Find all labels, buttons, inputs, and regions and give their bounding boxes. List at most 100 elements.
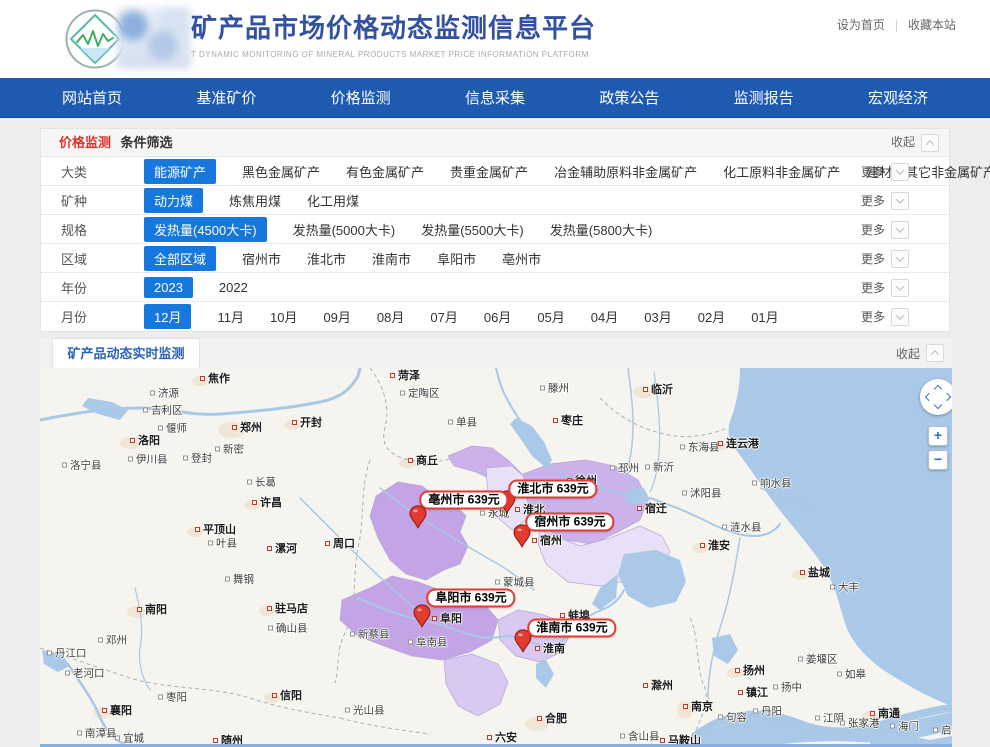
zoom-in-button[interactable]: + — [928, 426, 948, 446]
city-dot-icon — [537, 716, 542, 721]
chevron-down-icon[interactable] — [891, 192, 909, 210]
filter-option[interactable]: 01月 — [751, 307, 778, 326]
filter-option[interactable]: 08月 — [377, 307, 404, 326]
more-control[interactable]: 更多 — [861, 215, 909, 244]
filter-option[interactable]: 10月 — [270, 307, 297, 326]
price-marker-label[interactable]: 阜阳市 639元 — [426, 589, 515, 608]
favorite-link[interactable]: 收藏本站 — [908, 16, 956, 33]
map-city-label: 南漳县 — [77, 726, 117, 741]
city-dot-icon — [722, 525, 727, 530]
chevron-down-icon[interactable] — [891, 279, 909, 297]
filter-row-label: 大类 — [61, 162, 144, 181]
price-marker-label[interactable]: 淮北市 639元 — [508, 480, 597, 499]
filter-option[interactable]: 发热量(5500大卡) — [421, 220, 524, 239]
filter-option[interactable]: 发热量(5000大卡) — [293, 220, 396, 239]
city-dot-icon — [637, 506, 642, 511]
city-dot-icon — [208, 541, 213, 546]
filter-option[interactable]: 黑色金属矿产 — [242, 162, 320, 181]
nav-item-4[interactable]: 政策公告 — [599, 87, 659, 108]
filter-option[interactable]: 冶金辅助原料非金属矿产 — [554, 162, 697, 181]
map-city-label: 宿迁 — [637, 500, 667, 516]
pan-up-icon[interactable] — [934, 385, 942, 393]
map-city-label: 偃师 — [158, 421, 187, 436]
set-home-link[interactable]: 设为首页 — [837, 16, 885, 33]
map-canvas[interactable]: 焦作菏泽济源定陶区滕州临沂吉利区枣庄偃师郑州开封单县洛阳东海县连云港新密登封伊川… — [40, 368, 952, 747]
pan-down-icon[interactable] — [934, 401, 942, 409]
city-dot-icon — [773, 685, 778, 690]
city-dot-icon — [643, 683, 648, 688]
nav-item-6[interactable]: 宏观经济 — [868, 87, 928, 108]
filter-chip-selected[interactable]: 动力煤 — [144, 188, 203, 213]
filter-collapse-control[interactable]: 收起 — [891, 129, 939, 156]
nav-item-5[interactable]: 监测报告 — [734, 87, 794, 108]
map-city-label: 阜阳 — [432, 610, 462, 626]
nav-item-3[interactable]: 信息采集 — [465, 87, 525, 108]
filter-chip-selected[interactable]: 全部区域 — [144, 246, 216, 271]
chevron-up-icon[interactable] — [921, 134, 939, 152]
price-pin-icon[interactable] — [413, 604, 431, 628]
map-city-label: 启东 — [933, 723, 952, 738]
chevron-down-icon[interactable] — [891, 308, 909, 326]
header-links: 设为首页 | 收藏本站 — [837, 16, 956, 33]
zoom-out-button[interactable]: − — [928, 450, 948, 470]
filter-chip-selected[interactable]: 能源矿产 — [144, 159, 216, 184]
price-marker-label[interactable]: 亳州市 639元 — [419, 491, 508, 510]
chevron-down-icon[interactable] — [891, 221, 909, 239]
map-city-label: 驻马店 — [267, 600, 308, 616]
filter-chip-selected[interactable]: 2023 — [144, 277, 193, 298]
filter-option[interactable]: 淮南市 — [372, 249, 411, 268]
map-city-label: 叶县 — [208, 536, 237, 551]
chevron-up-icon[interactable] — [926, 344, 944, 362]
more-control[interactable]: 更多 — [861, 302, 909, 331]
city-dot-icon — [738, 690, 743, 695]
filter-chip-selected[interactable]: 发热量(4500大卡) — [144, 217, 267, 242]
filter-option[interactable]: 贵重金属矿产 — [450, 162, 528, 181]
chevron-down-icon[interactable] — [891, 250, 909, 268]
map-tab[interactable]: 矿产品动态实时监测 — [52, 338, 200, 368]
filter-option[interactable]: 09月 — [323, 307, 350, 326]
map-city-label: 新密 — [215, 442, 244, 457]
filter-option[interactable]: 03月 — [644, 307, 671, 326]
map-collapse-control[interactable]: 收起 — [896, 338, 944, 368]
filter-option[interactable]: 2022 — [219, 280, 248, 295]
filter-option[interactable]: 化工用煤 — [307, 191, 359, 210]
map-city-label: 郑州 — [232, 419, 262, 435]
more-label: 更多 — [861, 221, 885, 238]
filter-option[interactable]: 07月 — [430, 307, 457, 326]
price-marker-label[interactable]: 淮南市 639元 — [527, 619, 616, 638]
filter-option[interactable]: 有色金属矿产 — [346, 162, 424, 181]
filter-option[interactable]: 亳州市 — [502, 249, 541, 268]
more-control[interactable]: 更多 — [861, 273, 909, 302]
nav-item-0[interactable]: 网站首页 — [62, 87, 122, 108]
map-city-label: 临沂 — [643, 381, 673, 397]
map-city-label: 新沂 — [645, 460, 674, 475]
filter-option[interactable]: 11月 — [217, 307, 244, 326]
pan-left-icon[interactable] — [925, 393, 933, 401]
more-control[interactable]: 更多 — [861, 244, 909, 273]
map-city-label: 焦作 — [200, 370, 230, 386]
map-city-label: 新蔡县 — [350, 627, 390, 642]
filter-chip-selected[interactable]: 12月 — [144, 304, 191, 329]
filter-option[interactable]: 阜阳市 — [437, 249, 476, 268]
more-control[interactable]: 更多 — [861, 157, 909, 186]
filter-option[interactable]: 06月 — [484, 307, 511, 326]
map-city-label: 如皋 — [837, 667, 866, 682]
filter-option[interactable]: 宿州市 — [242, 249, 281, 268]
nav-item-1[interactable]: 基准矿价 — [196, 87, 256, 108]
filter-option[interactable]: 02月 — [698, 307, 725, 326]
city-dot-icon — [620, 734, 625, 739]
filter-option[interactable]: 淮北市 — [307, 249, 346, 268]
filter-option[interactable]: 04月 — [591, 307, 618, 326]
filter-option[interactable]: 化工原料非金属矿产 — [723, 162, 840, 181]
chevron-down-icon[interactable] — [891, 163, 909, 181]
city-dot-icon — [660, 738, 665, 743]
price-marker-label[interactable]: 宿州市 639元 — [525, 513, 614, 532]
filter-option[interactable]: 05月 — [537, 307, 564, 326]
more-control[interactable]: 更多 — [861, 186, 909, 215]
map-pan-control[interactable] — [920, 379, 952, 415]
nav-item-2[interactable]: 价格监测 — [331, 87, 391, 108]
filter-option[interactable]: 炼焦用煤 — [229, 191, 281, 210]
filter-option[interactable]: 发热量(5800大卡) — [550, 220, 653, 239]
pan-right-icon[interactable] — [943, 393, 951, 401]
censored-region — [117, 7, 191, 69]
